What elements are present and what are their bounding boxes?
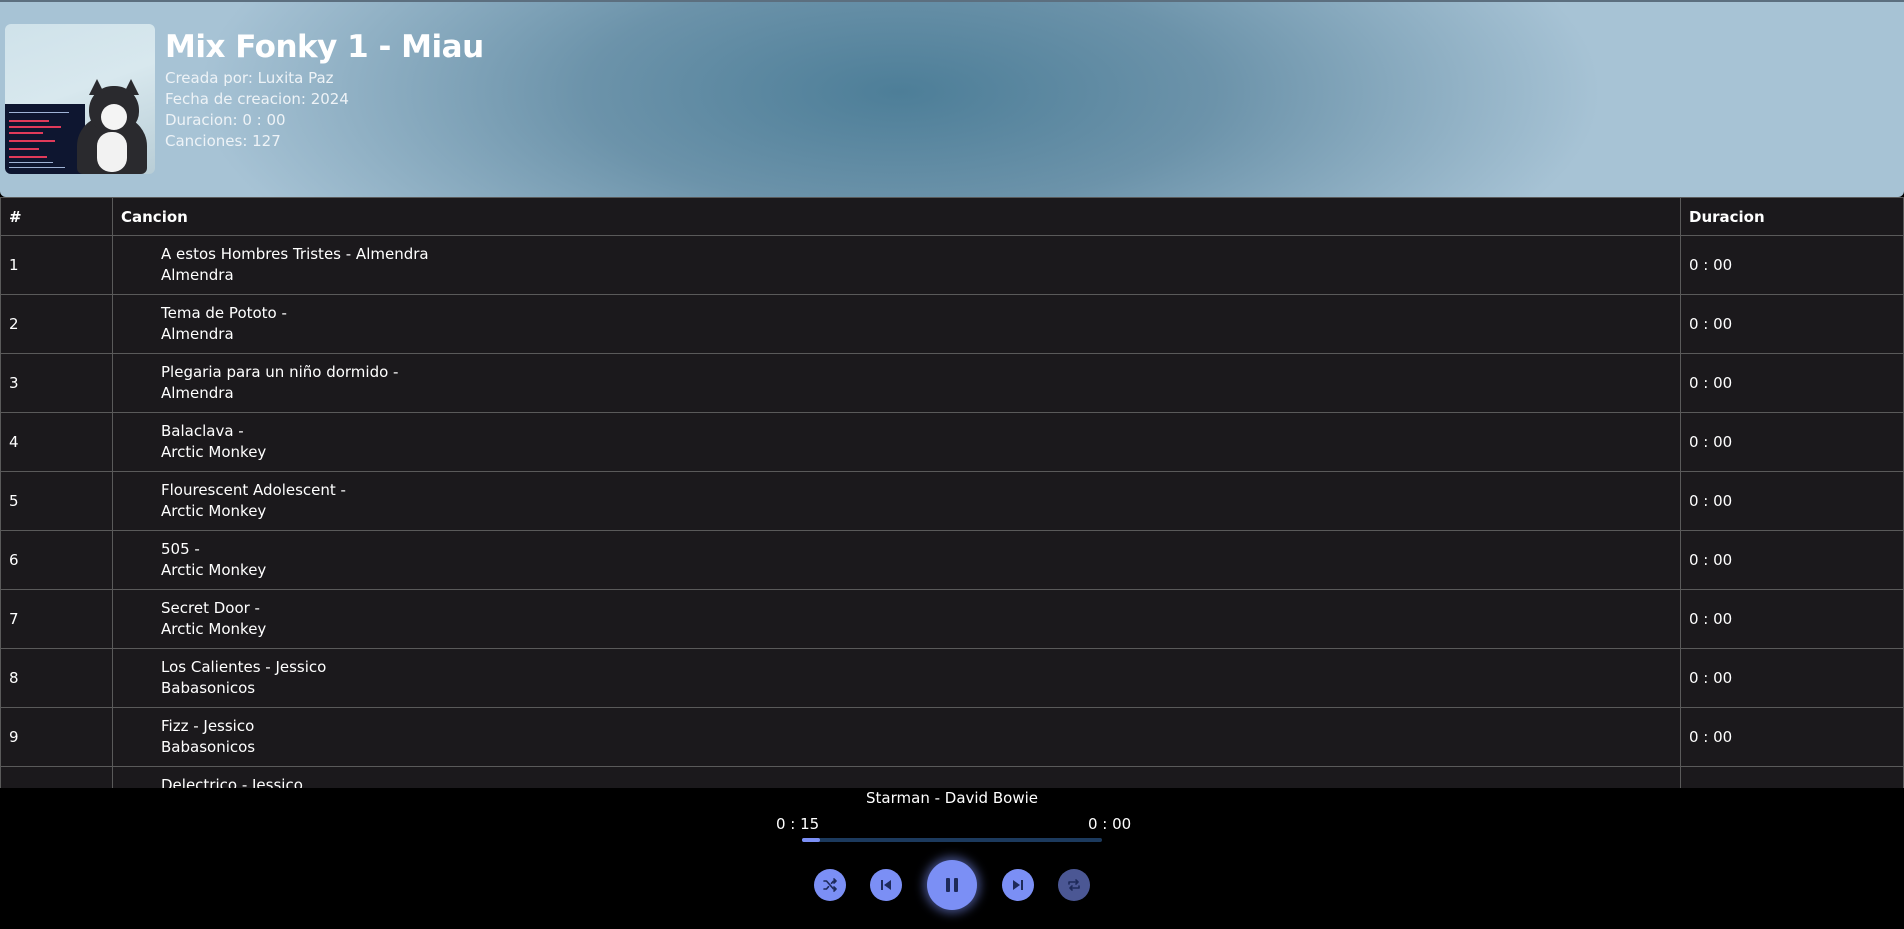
row-song: Balaclava - Arctic Monkey xyxy=(112,412,1681,472)
song-artist: Almendra xyxy=(161,266,234,284)
row-song: A estos Hombres Tristes - Almendra Almend… xyxy=(112,235,1681,295)
song-artist: Arctic Monkey xyxy=(161,443,267,461)
row-number: 1 xyxy=(0,235,113,295)
row-duration: 0 : 00 xyxy=(1680,235,1904,295)
now-playing-title: Starman - David Bowie xyxy=(866,789,1038,807)
table-row[interactable]: 1 A estos Hombres Tristes - Almendra Almen… xyxy=(0,235,1904,295)
song-title: Plegaria para un niño dormido - xyxy=(161,363,399,381)
previous-icon xyxy=(881,880,891,890)
progress-bar-fill xyxy=(802,838,820,842)
row-number: 2 xyxy=(0,294,113,354)
table-row[interactable]: 6 505 - Arctic Monkey 0 : 00 xyxy=(0,530,1904,590)
column-header-song: Cancion xyxy=(112,197,1681,236)
row-song: Los Calientes - Jessico Babasonicos xyxy=(112,648,1681,708)
repeat-button[interactable] xyxy=(1058,869,1090,901)
row-song: Plegaria para un niño dormido - Almendra xyxy=(112,353,1681,413)
row-duration: 0 : 00 xyxy=(1680,707,1904,767)
row-song: 505 - Arctic Monkey xyxy=(112,530,1681,590)
table-row[interactable]: 8 Los Calientes - Jessico Babasonicos 0 : 0… xyxy=(0,648,1904,708)
table-row[interactable]: 4 Balaclava - Arctic Monkey 0 : 00 xyxy=(0,412,1904,472)
song-artist: Arctic Monkey xyxy=(161,561,267,579)
row-duration xyxy=(1680,766,1904,788)
row-number: 7 xyxy=(0,589,113,649)
song-artist: Almendra xyxy=(161,325,234,343)
row-number: 8 xyxy=(0,648,113,708)
song-title: Balaclava - xyxy=(161,422,244,440)
progress-bar[interactable] xyxy=(802,838,1102,842)
song-title: Flourescent Adolescent - xyxy=(161,481,346,499)
row-song: Delectrico - JessicoBabasonicos xyxy=(112,766,1681,788)
table-row[interactable]: 7 Secret Door - Arctic Monkey 0 : 00 xyxy=(0,589,1904,649)
table-row[interactable]: 9 Fizz - Jessico Babasonicos 0 : 00 xyxy=(0,707,1904,767)
pause-button[interactable] xyxy=(927,860,977,910)
row-song: Tema de Pototo - Almendra xyxy=(112,294,1681,354)
playlist-header: Mix Fonky 1 - Miau Creada por: Luxita Pa… xyxy=(0,0,1904,197)
table-header-row: # Cancion Duracion xyxy=(0,197,1904,236)
row-number: 5 xyxy=(0,471,113,531)
table-row[interactable]: 3 Plegaria para un niño dormido - Almendra… xyxy=(0,353,1904,413)
row-number: 3 xyxy=(0,353,113,413)
table-row[interactable]: Delectrico - JessicoBabasonicos xyxy=(0,766,1904,788)
player-bar: Starman - David Bowie 0 : 15 0 : 00 xyxy=(0,788,1904,929)
next-button[interactable] xyxy=(1002,869,1034,901)
row-duration: 0 : 00 xyxy=(1680,412,1904,472)
shuffle-button[interactable] xyxy=(814,869,846,901)
next-icon xyxy=(1013,880,1023,890)
row-duration: 0 : 00 xyxy=(1680,471,1904,531)
song-title: Fizz - Jessico xyxy=(161,717,255,735)
song-title: A estos Hombres Tristes - Almendra xyxy=(161,245,429,263)
song-title: Los Calientes - Jessico xyxy=(161,658,327,676)
playlist-created-date: Fecha de creacion: 2024 xyxy=(165,90,349,108)
row-song: Flourescent Adolescent - Arctic Monkey xyxy=(112,471,1681,531)
row-duration: 0 : 00 xyxy=(1680,589,1904,649)
row-number: 9 xyxy=(0,707,113,767)
column-header-duration: Duracion xyxy=(1680,197,1904,236)
song-artist: Arctic Monkey xyxy=(161,620,267,638)
song-title: 505 - xyxy=(161,540,200,558)
row-duration: 0 : 00 xyxy=(1680,294,1904,354)
row-number: 4 xyxy=(0,412,113,472)
column-header-number: # xyxy=(0,197,113,236)
row-duration: 0 : 00 xyxy=(1680,353,1904,413)
playlist-creator: Creada por: Luxita Paz xyxy=(165,69,334,87)
current-time: 0 : 15 xyxy=(776,815,820,833)
song-artist: Almendra xyxy=(161,384,234,402)
playlist-cover-image xyxy=(5,24,155,174)
table-row[interactable]: 5 Flourescent Adolescent - Arctic Monkey 0 … xyxy=(0,471,1904,531)
shuffle-icon xyxy=(823,878,837,892)
playlist-title: Mix Fonky 1 - Miau xyxy=(165,29,484,65)
repeat-icon xyxy=(1068,879,1080,891)
total-time: 0 : 00 xyxy=(1088,815,1132,833)
song-title: Secret Door - xyxy=(161,599,260,617)
row-song: Fizz - Jessico Babasonicos xyxy=(112,707,1681,767)
row-song: Secret Door - Arctic Monkey xyxy=(112,589,1681,649)
pause-icon xyxy=(946,878,958,892)
row-number xyxy=(0,766,113,788)
playlist-duration: Duracion: 0 : 00 xyxy=(165,111,286,129)
row-duration: 0 : 00 xyxy=(1680,530,1904,590)
song-artist: Arctic Monkey xyxy=(161,502,267,520)
row-duration: 0 : 00 xyxy=(1680,648,1904,708)
previous-button[interactable] xyxy=(870,869,902,901)
song-table: # Cancion Duracion 1A estos Hombres Tris… xyxy=(0,197,1904,788)
table-row[interactable]: 2 Tema de Pototo - Almendra 0 : 00 xyxy=(0,294,1904,354)
song-artist: Babasonicos xyxy=(161,738,256,756)
row-number: 6 xyxy=(0,530,113,590)
song-table-container[interactable]: # Cancion Duracion 1A estos Hombres Tris… xyxy=(0,197,1904,788)
song-artist: Babasonicos xyxy=(161,679,256,697)
song-title: Tema de Pototo - xyxy=(161,304,287,322)
song-title: Delectrico - Jessico xyxy=(161,776,303,788)
playlist-song-count: Canciones: 127 xyxy=(165,132,281,150)
